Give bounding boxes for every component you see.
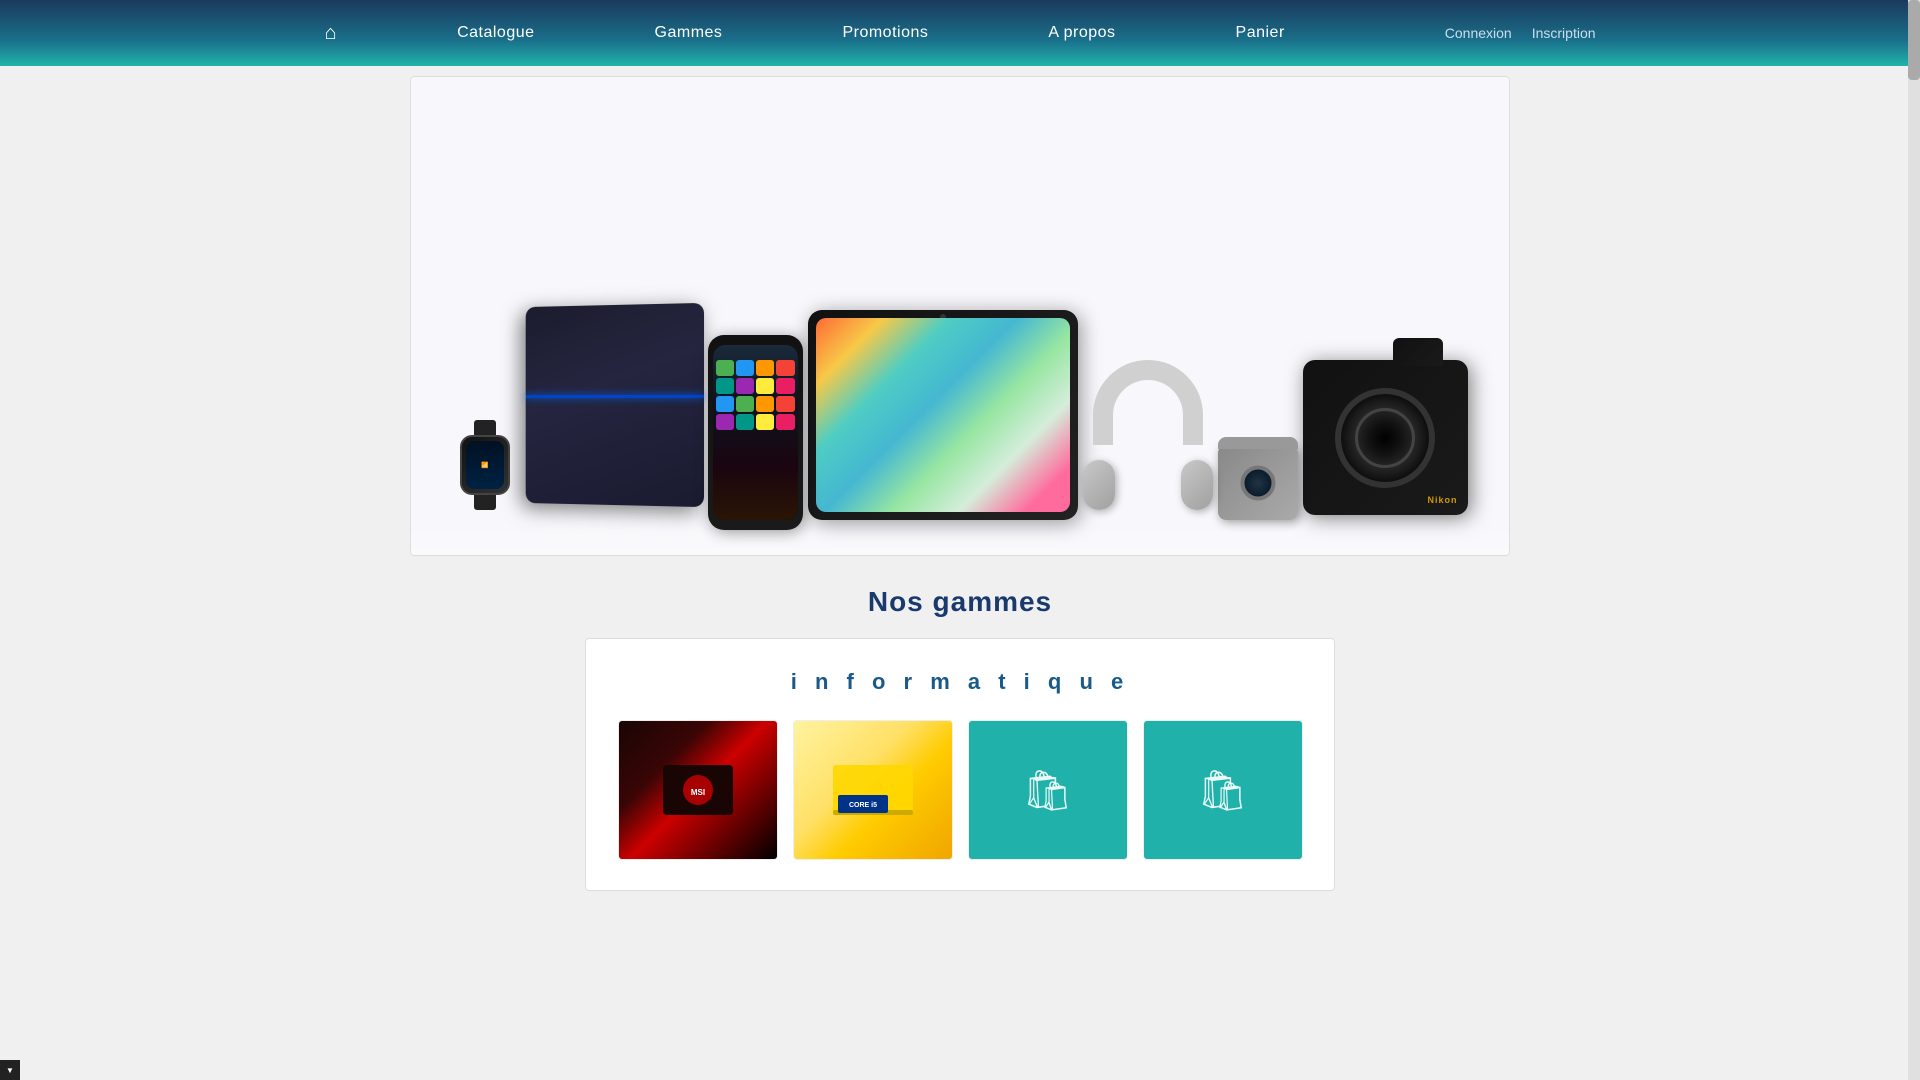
device-headphones xyxy=(1083,360,1213,510)
device-ps4 xyxy=(525,303,703,507)
main-nav: ⌂ Catalogue Gammes Promotions A propos P… xyxy=(324,22,1595,45)
device-phone xyxy=(708,335,803,530)
bottom-indicator: ▼ xyxy=(0,1060,20,1080)
header: ⌂ Catalogue Gammes Promotions A propos P… xyxy=(0,0,1920,66)
device-dslr: Nikon xyxy=(1303,360,1468,515)
device-tablet xyxy=(808,310,1078,520)
nav-home[interactable]: ⌂ xyxy=(324,22,337,45)
inscription-link[interactable]: Inscription xyxy=(1532,25,1596,41)
nav-catalogue[interactable]: Catalogue xyxy=(457,24,534,42)
hero-banner: 📶 xyxy=(410,76,1510,556)
nav-panier[interactable]: Panier xyxy=(1236,24,1285,42)
device-smartwatch: 📶 xyxy=(453,420,518,515)
connexion-link[interactable]: Connexion xyxy=(1445,25,1512,41)
nav-auth: Connexion Inscription xyxy=(1445,25,1596,41)
device-gopro xyxy=(1218,445,1298,520)
svg-text:CORE i5: CORE i5 xyxy=(848,802,876,809)
hero-scene: 📶 xyxy=(411,77,1509,555)
section-gammes-title: Nos gammes xyxy=(0,586,1920,618)
nav-gammes[interactable]: Gammes xyxy=(655,24,723,42)
category-section: i n f o r m a t i q u e MSI CORE i5 xyxy=(585,638,1335,891)
products-grid: MSI CORE i5 🛍 🛍 xyxy=(606,720,1314,860)
scrollbar[interactable] xyxy=(1908,0,1920,1080)
product-card-placeholder-1[interactable]: 🛍 xyxy=(968,720,1128,860)
category-title-informatique: i n f o r m a t i q u e xyxy=(606,669,1314,695)
shopping-bag-icon-2: 🛍 xyxy=(1197,767,1248,814)
dslr-brand: Nikon xyxy=(1427,495,1457,505)
nav-a-propos[interactable]: A propos xyxy=(1048,24,1115,42)
home-icon: ⌂ xyxy=(324,22,337,44)
product-card-laptop[interactable]: CORE i5 xyxy=(793,720,953,860)
product-card-gaming[interactable]: MSI xyxy=(618,720,778,860)
product-card-placeholder-2[interactable]: 🛍 xyxy=(1143,720,1303,860)
nav-promotions[interactable]: Promotions xyxy=(842,24,928,42)
svg-text:MSI: MSI xyxy=(690,788,704,797)
shopping-bag-icon-1: 🛍 xyxy=(1022,767,1073,814)
scrollbar-thumb[interactable] xyxy=(1908,0,1920,80)
